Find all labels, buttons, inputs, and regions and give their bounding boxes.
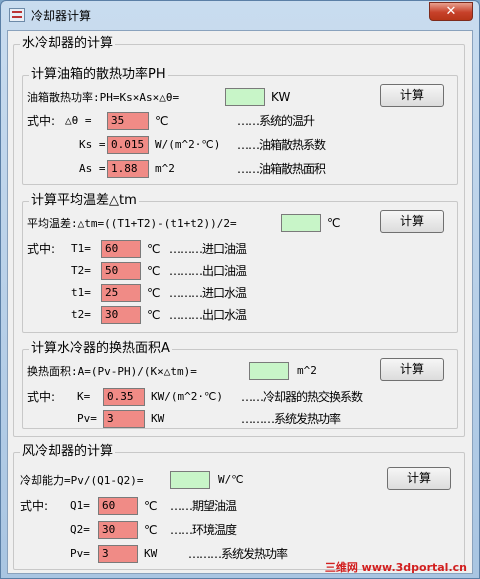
area-section: 计算水冷器的换热面积A 换热面积:A=(Pv-PH)/(K×△tm)= m^2 … — [22, 341, 458, 429]
t2-water-unit: ℃ — [147, 308, 161, 322]
air-cooler-group: 风冷却器的计算 冷却能力=Pv/(Q1-Q2)= W/℃ 计算 式中: Q1= … — [13, 444, 465, 570]
air-result-unit: W/℃ — [218, 473, 244, 486]
air-formula: 冷却能力=Pv/(Q1-Q2)= — [20, 471, 143, 490]
avg-prefix: 式中: — [27, 242, 56, 256]
oil-formula: 油箱散热功率:PH=Ks×As×△θ= — [27, 88, 179, 107]
t2-oil-field[interactable]: 50 — [101, 262, 141, 280]
t2-oil-unit: ℃ — [147, 264, 161, 278]
t2-water-field[interactable]: 30 — [101, 306, 141, 324]
pv-water-label: Pv= — [77, 412, 97, 425]
area-title: 计算水冷器的换热面积A — [29, 341, 172, 357]
avg-temp-section: 计算平均温差△tm 平均温差:△tm=((T1+T2)-(t1+t2))/2= … — [22, 193, 458, 333]
water-cooler-group: 水冷却器的计算 计算油箱的散热功率PH 油箱散热功率:PH=Ks×As×△θ= … — [13, 36, 465, 437]
area-result-unit: m^2 — [297, 364, 317, 377]
t1-oil-field[interactable]: 60 — [101, 240, 141, 258]
t2-oil-desc: ………出口油温 — [169, 264, 247, 278]
pv-air-field[interactable]: 3 — [98, 545, 138, 563]
t2-water-desc: ………出口水温 — [169, 308, 247, 322]
air-result-field[interactable] — [170, 471, 210, 489]
avg-formula: 平均温差:△tm=((T1+T2)-(t1+t2))/2= — [27, 214, 237, 233]
oil-prefix: 式中: — [27, 114, 56, 128]
delta-theta-label: △θ = — [65, 114, 92, 127]
t1-oil-label: T1= — [71, 242, 91, 255]
water-cooler-title: 水冷却器的计算 — [20, 36, 116, 52]
air-formula-text: 冷却能力=Pv/(Q1-Q2)= — [20, 474, 144, 487]
oil-calc-button[interactable]: 计算 — [380, 84, 444, 107]
t1-water-desc: ………进口水温 — [169, 286, 247, 300]
ks-label: Ks = — [79, 138, 106, 151]
pv-water-field[interactable]: 3 — [103, 410, 145, 428]
avg-temp-title: 计算平均温差△tm — [29, 193, 139, 209]
oil-formula-text: 油箱散热功率:PH=Ks×As×△θ= — [27, 91, 180, 104]
area-result-field[interactable] — [249, 362, 289, 380]
delta-theta-unit: ℃ — [155, 114, 169, 128]
ks-desc: ……油箱散热系数 — [237, 138, 326, 152]
air-calc-button[interactable]: 计算 — [387, 467, 451, 490]
q1-unit: ℃ — [144, 499, 158, 513]
as-desc: ……油箱散热面积 — [237, 162, 326, 176]
air-cooler-title: 风冷却器的计算 — [20, 444, 116, 460]
as-label: As = — [79, 162, 106, 175]
title-bar[interactable]: 冷却器计算 ✕ — [1, 1, 479, 29]
k-field[interactable]: 0.35 — [103, 388, 145, 406]
delta-theta-field[interactable]: 35 — [107, 112, 149, 130]
ks-field[interactable]: 0.015 — [107, 136, 149, 154]
area-prefix: 式中: — [27, 390, 56, 404]
area-formula: 换热面积:A=(Pv-PH)/(K×△tm)= — [27, 362, 197, 381]
avg-formula-text: 平均温差:△tm=((T1+T2)-(t1+t2))/2= — [27, 217, 237, 230]
t1-water-unit: ℃ — [147, 286, 161, 300]
t1-water-label: t1= — [71, 286, 91, 299]
pv-air-unit: KW — [144, 547, 158, 560]
air-prefix: 式中: — [20, 499, 49, 513]
oil-result-field[interactable] — [225, 88, 265, 106]
avg-result-field[interactable] — [281, 214, 321, 232]
oil-result-unit: KW — [271, 90, 291, 104]
as-field[interactable]: 1.88 — [107, 160, 149, 178]
q1-desc: ……期望油温 — [170, 499, 237, 513]
area-formula-text: 换热面积:A=(Pv-PH)/(K×△tm)= — [27, 365, 197, 378]
q1-label: Q1= — [70, 499, 90, 512]
pv-air-desc: ………系统发热功率 — [188, 547, 288, 561]
oil-tank-title: 计算油箱的散热功率PH — [29, 67, 168, 83]
t1-oil-unit: ℃ — [147, 242, 161, 256]
pv-water-desc: ………系统发热功率 — [241, 412, 341, 426]
ks-unit: W/(m^2·℃) — [155, 138, 221, 151]
q2-field[interactable]: 30 — [98, 521, 138, 539]
q2-unit: ℃ — [144, 523, 158, 537]
close-button[interactable]: ✕ — [429, 2, 473, 21]
app-icon — [9, 8, 25, 22]
q2-label: Q2= — [70, 523, 90, 536]
delta-theta-desc: ……系统的温升 — [237, 114, 315, 128]
q2-desc: ……环境温度 — [170, 523, 237, 537]
app-window: 冷却器计算 ✕ 水冷却器的计算 计算油箱的散热功率PH 油箱散热功率:PH=Ks… — [0, 0, 480, 579]
t1-water-field[interactable]: 25 — [101, 284, 141, 302]
k-unit: KW/(m^2·℃) — [151, 390, 223, 403]
t2-water-label: t2= — [71, 308, 91, 321]
watermark: 三维网 www.3dportal.cn — [324, 561, 467, 574]
oil-tank-section: 计算油箱的散热功率PH 油箱散热功率:PH=Ks×As×△θ= KW 计算 式中… — [22, 67, 458, 185]
as-unit: m^2 — [155, 162, 175, 175]
pv-air-label: Pv= — [70, 547, 90, 560]
avg-result-unit: ℃ — [327, 216, 341, 230]
t2-oil-label: T2= — [71, 264, 91, 277]
pv-water-unit: KW — [151, 412, 165, 425]
area-calc-button[interactable]: 计算 — [380, 358, 444, 381]
window-title: 冷却器计算 — [31, 9, 92, 23]
k-label: K= — [77, 390, 91, 403]
avg-calc-button[interactable]: 计算 — [380, 210, 444, 233]
q1-field[interactable]: 60 — [98, 497, 138, 515]
t1-oil-desc: ………进口油温 — [169, 242, 247, 256]
k-desc: ……冷却器的热交换系数 — [241, 390, 363, 404]
client-area: 水冷却器的计算 计算油箱的散热功率PH 油箱散热功率:PH=Ks×As×△θ= … — [7, 30, 473, 574]
